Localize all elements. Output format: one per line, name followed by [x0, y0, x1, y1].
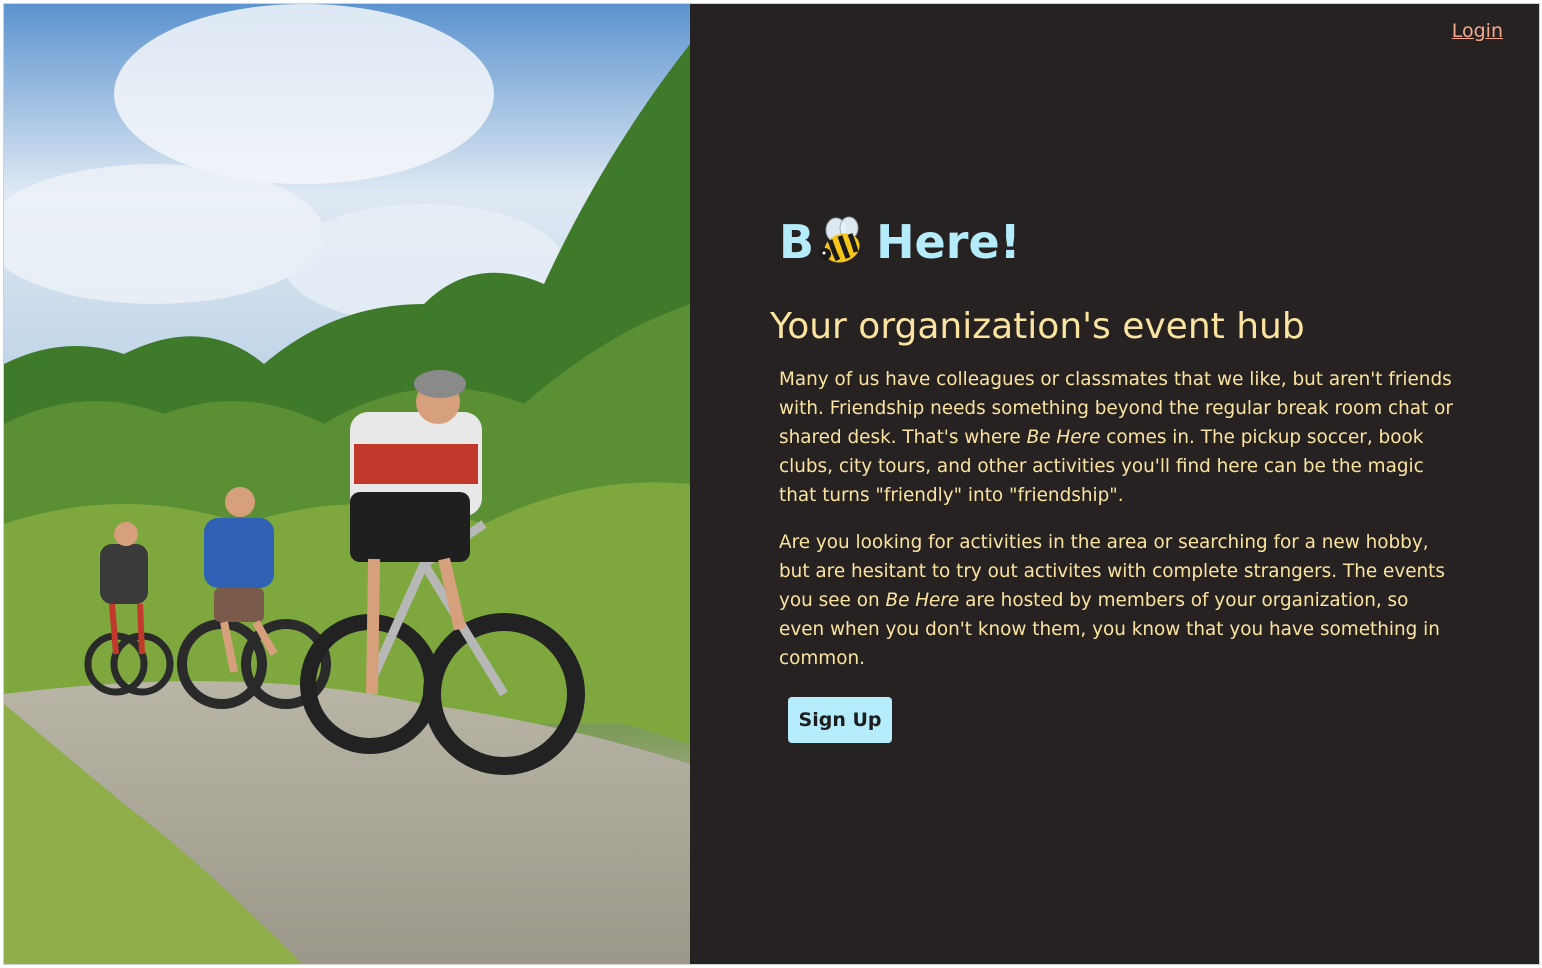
login-link[interactable]: Login: [1452, 20, 1503, 42]
page-frame: Login B Here! Your organization's event …: [3, 3, 1540, 965]
intro-paragraph-2: Are you looking for activities in the ar…: [779, 528, 1459, 673]
intro-copy: Many of us have colleagues or classmates…: [779, 365, 1459, 673]
brand-prefix: B: [779, 215, 815, 269]
paragraph-2-emphasis: Be Here: [885, 590, 960, 611]
brand-logo: B Here!: [779, 216, 1021, 268]
bee-icon: [816, 216, 868, 268]
cyclists-on-trail-image: [4, 4, 690, 964]
brand-suffix: Here!: [876, 215, 1021, 269]
sign-up-button[interactable]: Sign Up: [788, 697, 892, 743]
paragraph-1-emphasis: Be Here: [1026, 427, 1101, 448]
page-title: Your organization's event hub: [770, 306, 1305, 347]
intro-paragraph-1: Many of us have colleagues or classmates…: [779, 365, 1459, 510]
content-panel: Login B Here! Your organization's event …: [690, 4, 1539, 964]
hero-photo: [4, 4, 690, 964]
